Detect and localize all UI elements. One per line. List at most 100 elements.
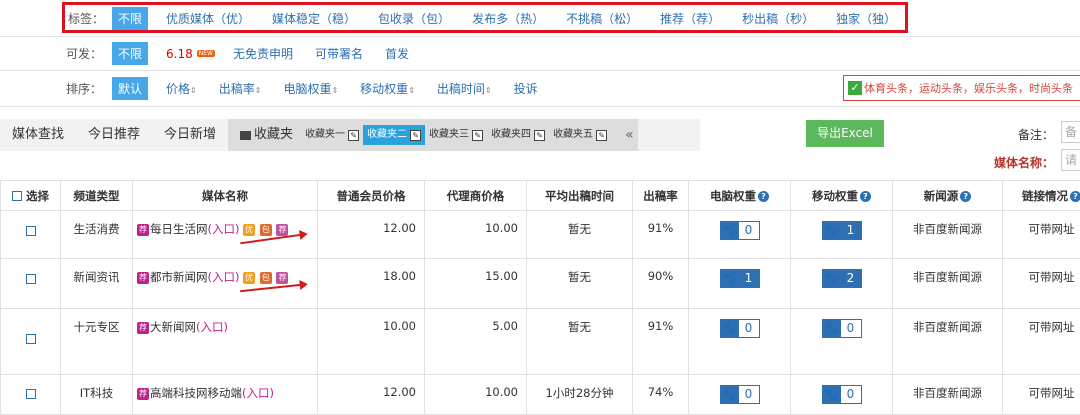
favorite-folder-2[interactable]: 收藏夹二✎ bbox=[363, 125, 425, 145]
entry-link[interactable]: (入口) bbox=[208, 270, 240, 284]
favorite-folder-1[interactable]: 收藏夹一✎ bbox=[301, 125, 363, 145]
media-name[interactable]: 高端科技网移动端 bbox=[150, 386, 242, 400]
mobile-weight-badge: 🐾1 bbox=[822, 221, 862, 240]
paw-icon: 🐾 bbox=[721, 320, 739, 337]
header-rate: 出稿率 bbox=[633, 181, 689, 211]
edit-icon[interactable]: ✎ bbox=[348, 130, 359, 141]
pc-weight-badge: 🐾0 bbox=[720, 385, 760, 404]
member-price: 12.00 bbox=[318, 211, 425, 259]
media-name[interactable]: 每日生活网 bbox=[150, 222, 208, 236]
row-checkbox[interactable] bbox=[26, 389, 36, 399]
notice-banner: ✓ 体育头条，运动头条，娱乐头条，时尚头条 bbox=[843, 75, 1080, 101]
entry-link[interactable]: (入口) bbox=[196, 320, 228, 334]
edit-icon[interactable]: ✎ bbox=[410, 130, 421, 141]
edit-icon[interactable]: ✎ bbox=[596, 130, 607, 141]
row-checkbox[interactable] bbox=[26, 274, 36, 284]
header-label: 移动权重 bbox=[812, 189, 858, 203]
tab-today-recommend[interactable]: 今日推荐 bbox=[76, 119, 152, 151]
media-type-icon: 荐 bbox=[137, 322, 149, 334]
header-media-name: 媒体名称 bbox=[133, 181, 318, 211]
mobile-weight-cell: 🐾0 bbox=[791, 309, 893, 375]
sort-price-label: 价格 bbox=[166, 82, 190, 96]
help-icon[interactable]: ? bbox=[758, 191, 769, 202]
header-avg-time: 平均出稿时间 bbox=[527, 181, 633, 211]
link-status: 可带网址 bbox=[1003, 211, 1080, 259]
publish-option-all[interactable]: 不限 bbox=[112, 42, 148, 65]
export-excel-button[interactable]: 导出Excel bbox=[806, 120, 884, 147]
publish-option-first[interactable]: 首发 bbox=[385, 45, 409, 62]
sort-option-rate[interactable]: 出稿率⇕ bbox=[219, 80, 262, 97]
tag-badge-recommended: 荐 bbox=[276, 272, 288, 284]
tag-badge-quality: 优 bbox=[243, 224, 255, 236]
row-checkbox[interactable] bbox=[26, 334, 36, 344]
new-badge: NEW bbox=[197, 50, 215, 57]
check-icon: ✓ bbox=[848, 81, 862, 95]
publish-option-618[interactable]: 6.18 bbox=[166, 47, 193, 61]
publish-option-signed[interactable]: 可带署名 bbox=[315, 45, 363, 62]
favorite-folder-5[interactable]: 收藏夹五✎ bbox=[549, 125, 611, 145]
avg-time: 暂无 bbox=[527, 309, 633, 375]
link-status: 可带网址 bbox=[1003, 309, 1080, 375]
tab-media-search[interactable]: 媒体查找 bbox=[0, 119, 76, 151]
tab-today-new[interactable]: 今日新增 bbox=[152, 119, 228, 151]
paw-icon: 🐾 bbox=[721, 386, 739, 403]
folder-icon bbox=[240, 131, 251, 140]
paw-icon: 🐾 bbox=[823, 222, 841, 239]
header-link: 链接情况? bbox=[1003, 181, 1080, 211]
favorite-folder-label: 收藏夹五 bbox=[553, 125, 593, 145]
media-name[interactable]: 都市新闻网 bbox=[150, 270, 208, 284]
collapse-icon[interactable]: « bbox=[625, 119, 634, 151]
tag-badge-indexed: 包 bbox=[260, 224, 272, 236]
header-news-source: 新闻源? bbox=[893, 181, 1003, 211]
media-type-icon: 荐 bbox=[137, 272, 149, 284]
mobile-weight-value: 0 bbox=[841, 320, 861, 337]
publish-filter-label: 可发： bbox=[0, 45, 112, 62]
entry-link[interactable]: (入口) bbox=[242, 386, 274, 400]
pc-weight-value: 0 bbox=[739, 222, 759, 239]
media-type-icon: 荐 bbox=[137, 224, 149, 236]
publish-rate: 91% bbox=[633, 211, 689, 259]
media-name-input[interactable]: 请 bbox=[1061, 149, 1080, 171]
news-source: 非百度新闻源 bbox=[893, 211, 1003, 259]
sort-option-mobile-weight[interactable]: 移动权重⇕ bbox=[360, 80, 415, 97]
favorite-folder-3[interactable]: 收藏夹三✎ bbox=[425, 125, 487, 145]
sort-rate-label: 出稿率 bbox=[219, 82, 255, 96]
sort-option-time[interactable]: 出稿时间⇕ bbox=[437, 80, 492, 97]
publish-rate: 91% bbox=[633, 309, 689, 375]
remark-input[interactable]: 备 bbox=[1061, 121, 1080, 143]
header-label: 选择 bbox=[26, 189, 49, 203]
news-source: 非百度新闻源 bbox=[893, 309, 1003, 375]
header-agent-price: 代理商价格 bbox=[425, 181, 527, 211]
publish-option-no-disclaimer[interactable]: 无免责申明 bbox=[233, 45, 293, 62]
media-name[interactable]: 大新闻网 bbox=[150, 320, 196, 334]
help-icon[interactable]: ? bbox=[960, 191, 971, 202]
sort-option-pc-weight[interactable]: 电脑权重⇕ bbox=[283, 80, 338, 97]
favorite-folder-label: 收藏夹二 bbox=[367, 125, 407, 145]
header-label: 链接情况 bbox=[1022, 189, 1068, 203]
mobile-weight-badge: 🐾2 bbox=[822, 269, 862, 288]
row-checkbox[interactable] bbox=[26, 226, 36, 236]
sort-arrow-icon: ⇕ bbox=[255, 86, 262, 95]
paw-icon: 🐾 bbox=[823, 270, 841, 287]
help-icon[interactable]: ? bbox=[1070, 191, 1080, 202]
edit-icon[interactable]: ✎ bbox=[534, 130, 545, 141]
pc-weight-value: 0 bbox=[739, 386, 759, 403]
favorite-folder-4[interactable]: 收藏夹四✎ bbox=[487, 125, 549, 145]
select-header[interactable]: 选择 bbox=[1, 181, 61, 211]
favorite-folder-label: 收藏夹四 bbox=[491, 125, 531, 145]
tab-favorites[interactable]: 收藏夹 收藏夹一✎ 收藏夹二✎ 收藏夹三✎ 收藏夹四✎ 收藏夹五✎ « bbox=[228, 119, 638, 151]
sort-arrow-icon: ⇕ bbox=[408, 86, 415, 95]
sort-option-price[interactable]: 价格⇕ bbox=[166, 80, 197, 97]
table-row: 十元专区 荐大新闻网(入口) 10.00 5.00 暂无 91% 🐾0 🐾0 非… bbox=[1, 309, 1080, 375]
complaint-link[interactable]: 投诉 bbox=[514, 80, 538, 97]
entry-link[interactable]: (入口) bbox=[208, 222, 240, 236]
edit-icon[interactable]: ✎ bbox=[472, 130, 483, 141]
table-row: 生活消费 荐每日生活网(入口) 优 包 荐 12.00 10.00 暂无 91%… bbox=[1, 211, 1080, 259]
checkbox-icon bbox=[12, 191, 22, 201]
sort-arrow-icon: ⇕ bbox=[485, 86, 492, 95]
header-channel-type: 频道类型 bbox=[61, 181, 133, 211]
news-source: 非百度新闻源 bbox=[893, 259, 1003, 309]
sort-time-label: 出稿时间 bbox=[437, 82, 485, 96]
sort-option-default[interactable]: 默认 bbox=[112, 77, 148, 100]
help-icon[interactable]: ? bbox=[860, 191, 871, 202]
